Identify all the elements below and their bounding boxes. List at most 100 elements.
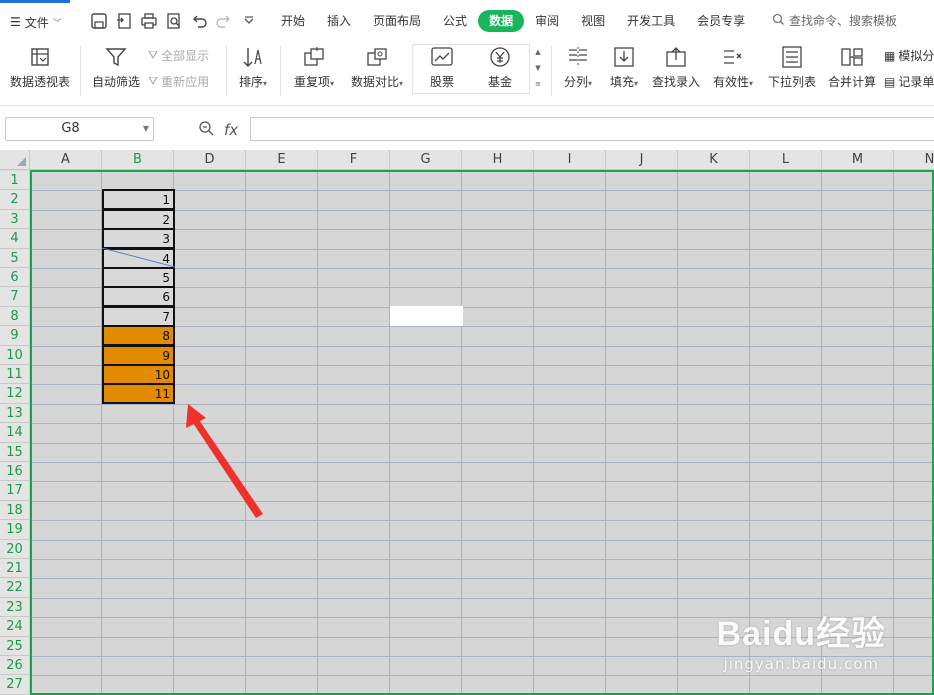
row-header-10[interactable]: 10 xyxy=(0,345,30,365)
data-compare-button[interactable]: 数据对比▾ xyxy=(346,42,408,102)
row-header-20[interactable]: 20 xyxy=(0,539,30,559)
export-pdf-icon[interactable] xyxy=(115,12,133,30)
fill-button[interactable]: 填充▾ xyxy=(604,42,644,102)
tab-insert[interactable]: 插入 xyxy=(316,10,362,32)
dropdown-list-button[interactable]: 下拉列表 xyxy=(765,42,819,102)
spreadsheet-grid[interactable]: ABDEFGHIJKLMN 1 2 3 4 5 6 7 8 9 10 11 12 13 14 15 16 17 1… xyxy=(0,150,934,695)
dropdown-list-icon xyxy=(782,46,802,68)
watermark-url: jingyan.baidu.com xyxy=(723,655,879,673)
row-header-13[interactable]: 13 xyxy=(0,403,30,424)
row-header-18[interactable]: 18 xyxy=(0,500,30,521)
what-if-analysis-button[interactable]: ▦ 模拟分 xyxy=(884,47,934,64)
formula-input[interactable] xyxy=(250,117,934,141)
row-header-21[interactable]: 21 xyxy=(0,559,30,579)
undo-icon[interactable] xyxy=(190,12,208,30)
cell-b12[interactable]: 11 xyxy=(102,383,175,405)
tab-home[interactable]: 开始 xyxy=(270,10,316,32)
column-header-l[interactable]: L xyxy=(750,150,822,170)
save-icon[interactable] xyxy=(90,12,108,30)
row-header-24[interactable]: 24 xyxy=(0,617,30,637)
column-header-j[interactable]: J xyxy=(606,150,678,170)
gallery-up-icon[interactable]: ▲ xyxy=(531,44,545,60)
row-header-22[interactable]: 22 xyxy=(0,578,30,598)
select-all-corner[interactable] xyxy=(0,150,30,170)
caret-down-icon[interactable]: ▼ xyxy=(143,124,149,133)
fund-button[interactable]: 基金 xyxy=(478,42,522,102)
redo-icon[interactable] xyxy=(215,12,233,30)
command-search[interactable]: 查找命令、搜索模板 xyxy=(772,12,897,29)
column-header-g[interactable]: G xyxy=(390,150,462,170)
record-form-button[interactable]: ▤ 记录单 xyxy=(884,73,934,90)
duplicates-button[interactable]: 重复项▾ xyxy=(288,42,340,102)
zoom-formula-icon[interactable] xyxy=(198,120,214,140)
tab-data[interactable]: 数据 xyxy=(478,10,525,32)
file-menu[interactable]: ☰ 文件 ﹀ xyxy=(10,12,62,32)
consolidate-button[interactable]: 合并计算 xyxy=(825,42,879,102)
cell-b10[interactable]: 9 xyxy=(102,344,175,366)
column-header-h[interactable]: H xyxy=(462,150,534,170)
fund-label: 基金 xyxy=(487,75,512,89)
row-header-16[interactable]: 16 xyxy=(0,462,30,482)
row-header-27[interactable]: 27 xyxy=(0,675,30,695)
tab-formulas[interactable]: 公式 xyxy=(432,10,478,32)
cell-b4[interactable]: 3 xyxy=(102,228,175,250)
cell-b2[interactable]: 1 xyxy=(102,189,175,211)
row-header-2[interactable]: 2 xyxy=(0,190,30,210)
row-header-19[interactable]: 19 xyxy=(0,520,30,540)
row-header-17[interactable]: 17 xyxy=(0,481,30,501)
tab-page-layout[interactable]: 页面布局 xyxy=(362,10,432,32)
cell-b8[interactable]: 7 xyxy=(102,305,175,327)
column-header-b[interactable]: B xyxy=(102,150,174,170)
active-cell-g8[interactable] xyxy=(390,305,463,326)
row-header-15[interactable]: 15 xyxy=(0,442,30,462)
name-box[interactable]: G8 ▼ xyxy=(5,117,154,141)
cell-b7[interactable]: 6 xyxy=(102,286,175,308)
column-header-a[interactable]: A xyxy=(30,150,102,170)
gallery-scroll[interactable]: ▲ ▼ ≡ xyxy=(531,44,545,94)
stock-button[interactable]: 股票 xyxy=(420,42,464,102)
row-header-6[interactable]: 6 xyxy=(0,268,30,288)
text-to-columns-button[interactable]: 分列▾ xyxy=(558,42,598,102)
row-header-4[interactable]: 4 xyxy=(0,229,30,249)
lookup-entry-button[interactable]: 查找录入 xyxy=(650,42,702,102)
print-icon[interactable] xyxy=(140,12,158,30)
column-header-n[interactable]: N xyxy=(894,150,934,170)
row-header-7[interactable]: 7 xyxy=(0,287,30,307)
tab-developer[interactable]: 开发工具 xyxy=(616,10,686,32)
cell-b9[interactable]: 8 xyxy=(102,325,175,347)
row-header-25[interactable]: 25 xyxy=(0,636,30,656)
row-header-26[interactable]: 26 xyxy=(0,656,30,676)
tab-member[interactable]: 会员专享 xyxy=(686,10,756,32)
pivot-table-button[interactable]: 数据透视表 xyxy=(8,42,72,102)
gallery-down-icon[interactable]: ▼ xyxy=(531,60,545,76)
autofilter-button[interactable]: 自动筛选 xyxy=(90,42,142,102)
insert-function-icon[interactable]: fx xyxy=(224,121,238,139)
tab-review[interactable]: 审阅 xyxy=(524,10,570,32)
column-header-e[interactable]: E xyxy=(246,150,318,170)
cell-b3[interactable]: 2 xyxy=(102,208,175,230)
column-header-k[interactable]: K xyxy=(678,150,750,170)
cell-b11[interactable]: 10 xyxy=(102,364,175,385)
column-header-m[interactable]: M xyxy=(822,150,894,170)
show-all-button[interactable]: ⛛ 全部显示 xyxy=(148,47,209,64)
row-header-8[interactable]: 8 xyxy=(0,306,30,327)
row-header-11[interactable]: 11 xyxy=(0,365,30,385)
cell-b6[interactable]: 5 xyxy=(102,267,175,288)
reapply-button[interactable]: ⛛ 重新应用 xyxy=(148,73,209,90)
column-header-i[interactable]: I xyxy=(534,150,606,170)
row-header-14[interactable]: 14 xyxy=(0,423,30,443)
customize-toolbar-icon[interactable] xyxy=(240,12,258,30)
tab-view[interactable]: 视图 xyxy=(570,10,616,32)
row-header-23[interactable]: 23 xyxy=(0,597,30,618)
row-header-1[interactable]: 1 xyxy=(0,171,30,191)
row-header-3[interactable]: 3 xyxy=(0,209,30,230)
row-header-12[interactable]: 12 xyxy=(0,384,30,404)
gallery-more-icon[interactable]: ≡ xyxy=(531,76,545,92)
row-header-5[interactable]: 5 xyxy=(0,248,30,268)
sort-button[interactable]: 排序▾ xyxy=(232,42,274,102)
column-header-d[interactable]: D xyxy=(174,150,246,170)
column-header-f[interactable]: F xyxy=(318,150,390,170)
row-header-9[interactable]: 9 xyxy=(0,326,30,346)
validity-button[interactable]: 有效性▾ xyxy=(708,42,758,102)
print-preview-icon[interactable] xyxy=(165,12,183,30)
